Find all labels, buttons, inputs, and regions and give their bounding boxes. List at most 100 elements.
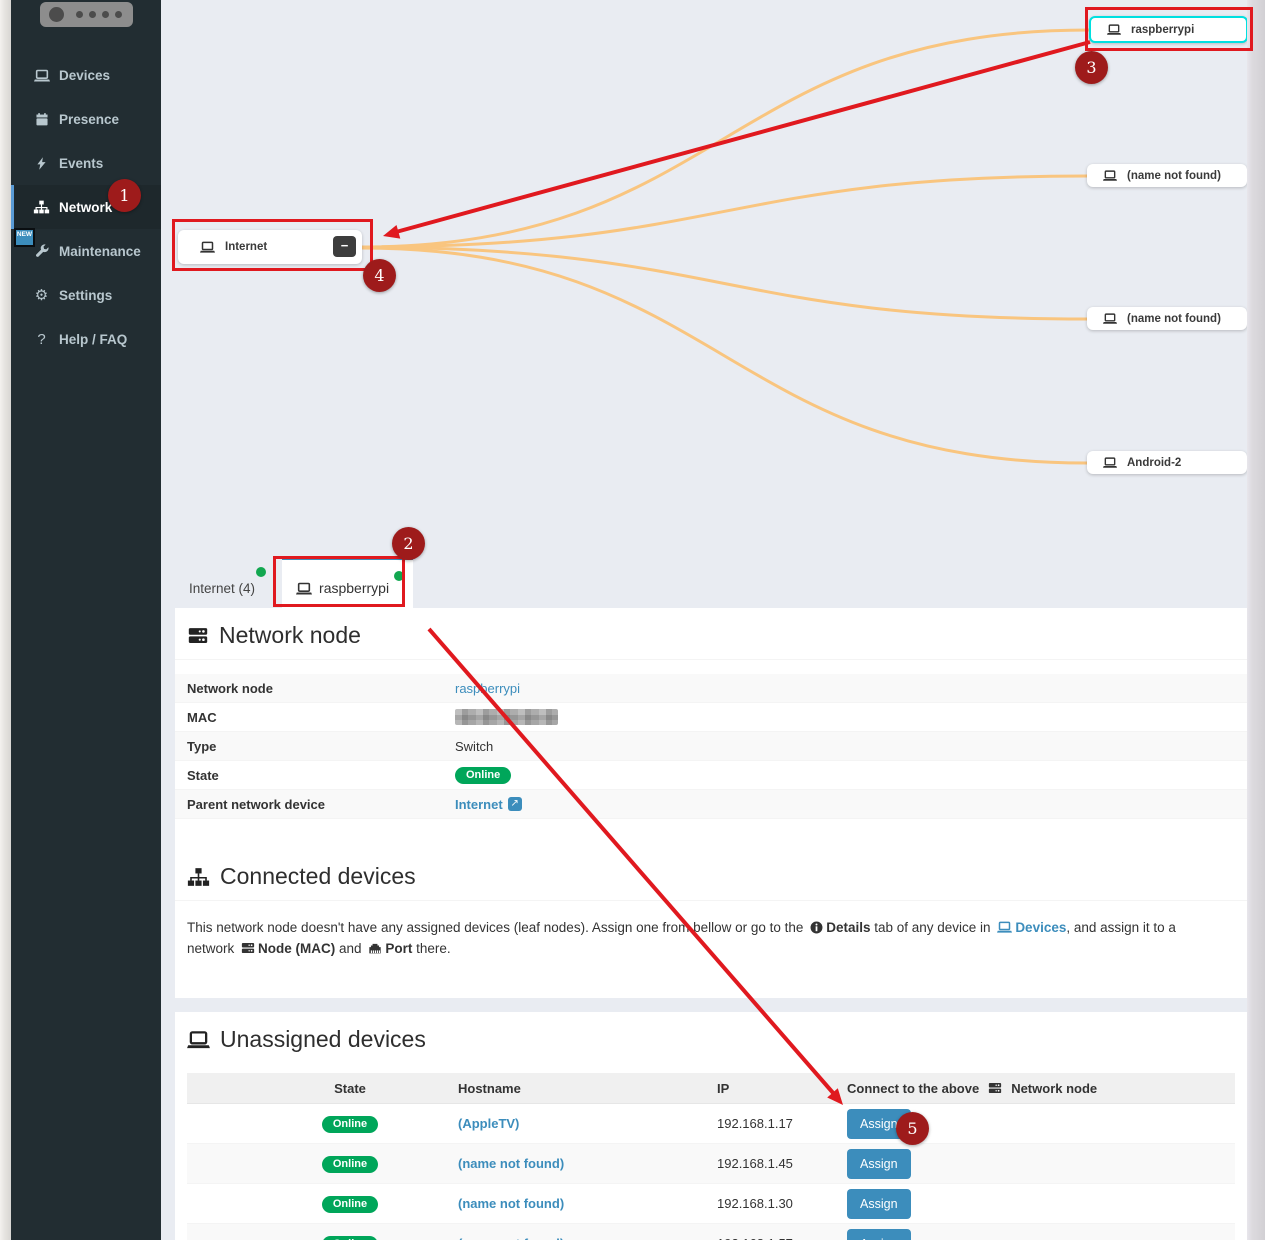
logo-dot	[49, 7, 64, 22]
assign-button[interactable]: Assign	[847, 1149, 911, 1179]
sidebar-item-events[interactable]: Events	[11, 141, 161, 185]
detail-row-type: Type Switch	[175, 732, 1247, 761]
node-details-table: Network node raspberrypi MAC Type Switch…	[175, 674, 1247, 819]
sidebar-item-label: Events	[59, 156, 103, 171]
info-icon	[810, 921, 823, 934]
connected-devices-header: Connected devices	[175, 849, 1247, 901]
unassigned-devices-panel: Unassigned devices State Hostname IP Con…	[175, 1012, 1247, 1240]
status-badge: Online	[322, 1196, 378, 1213]
server-icon	[988, 1081, 1002, 1095]
panel-title: Unassigned devices	[220, 1026, 426, 1053]
app-logo	[40, 2, 133, 27]
laptop-icon	[187, 1029, 210, 1050]
window-edge-right	[1247, 0, 1265, 1240]
table-header-row: State Hostname IP Connect to the above N…	[187, 1073, 1235, 1104]
devices-link[interactable]: Devices	[1015, 920, 1066, 935]
collapse-node-button[interactable]: −	[333, 236, 356, 257]
sidebar-item-label: Settings	[59, 288, 112, 303]
topology-node-raspberrypi[interactable]: raspberrypi	[1089, 16, 1248, 43]
topology-node-label: raspberrypi	[1131, 24, 1194, 36]
laptop-icon	[296, 581, 312, 596]
sidebar-item-label: Presence	[59, 112, 119, 127]
section-title: Connected devices	[220, 863, 416, 890]
detail-row-name: Network node raspberrypi	[175, 674, 1247, 703]
tab-internet[interactable]: Internet (4)	[175, 557, 269, 608]
detail-row-mac: MAC	[175, 703, 1247, 732]
table-row: Online (name not found) 192.168.1.30 Ass…	[187, 1184, 1235, 1224]
tab-label: Internet (4)	[189, 581, 255, 596]
assign-button[interactable]: Assign	[847, 1189, 911, 1219]
calendar-icon	[31, 112, 52, 127]
device-ip: 192.168.1.30	[705, 1196, 835, 1211]
sidebar-item-label: Devices	[59, 68, 110, 83]
node-tabs: Internet (4) raspberrypi	[175, 557, 1247, 608]
sidebar-item-settings[interactable]: ⚙ Settings	[11, 273, 161, 317]
status-badge: Online	[322, 1116, 378, 1133]
sidebar-item-help[interactable]: ? Help / FAQ	[11, 317, 161, 361]
sidebar: Devices Presence Events Network Maintena…	[11, 0, 161, 1240]
table-row: Online (name not found) 192.168.1.45 Ass…	[187, 1144, 1235, 1184]
sidebar-item-label: Network	[59, 200, 112, 215]
topology-node-unnamed-1[interactable]: (name not found)	[1087, 164, 1247, 187]
hostname-link[interactable]: (name not found)	[458, 1156, 564, 1171]
unassigned-devices-header: Unassigned devices	[175, 1012, 1247, 1063]
external-link-icon[interactable]: ↗	[508, 797, 522, 811]
redacted-mac-value	[455, 709, 558, 725]
annotation-step-3: 3	[1075, 51, 1108, 84]
device-ip: 192.168.1.45	[705, 1156, 835, 1171]
laptop-icon	[1107, 23, 1121, 36]
device-ip: 192.168.1.17	[705, 1116, 835, 1131]
parent-node-link[interactable]: Internet	[455, 797, 503, 812]
sidebar-nav: Devices Presence Events Network Maintena…	[11, 53, 161, 361]
sidebar-item-label: Help / FAQ	[59, 332, 127, 347]
detail-row-parent: Parent network device Internet ↗	[175, 790, 1247, 819]
hostname-link[interactable]: (name not found)	[458, 1196, 564, 1211]
sidebar-item-presence[interactable]: Presence	[11, 97, 161, 141]
laptop-icon	[1103, 169, 1117, 182]
detail-row-state: State Online	[175, 761, 1247, 790]
assign-button[interactable]: Assign	[847, 1109, 911, 1139]
hostname-link[interactable]: (AppleTV)	[458, 1116, 519, 1131]
logo-dots	[76, 11, 122, 18]
unassigned-devices-table: State Hostname IP Connect to the above N…	[187, 1073, 1235, 1240]
sidebar-item-network[interactable]: Network	[11, 185, 161, 229]
sidebar-item-label: Maintenance	[59, 244, 141, 259]
status-badge: Online	[455, 767, 511, 784]
node-name-link[interactable]: raspberrypi	[455, 681, 520, 696]
laptop-icon	[1103, 456, 1117, 469]
topology-node-label: (name not found)	[1127, 170, 1221, 182]
topology-node-label: (name not found)	[1127, 313, 1221, 325]
tab-raspberrypi[interactable]: raspberrypi	[282, 557, 413, 608]
online-dot-icon	[394, 571, 404, 581]
hostname-link[interactable]: (name not found)	[458, 1236, 564, 1240]
tab-label: raspberrypi	[319, 580, 389, 596]
table-row: Online (name not found) 192.168.1.57 Ass…	[187, 1224, 1235, 1240]
topology-node-internet[interactable]: Internet −	[178, 230, 362, 264]
topology-node-label: Android-2	[1127, 457, 1181, 469]
topology-node-android2[interactable]: Android-2	[1087, 451, 1247, 474]
topology-node-unnamed-2[interactable]: (name not found)	[1087, 307, 1247, 330]
sitemap-icon	[31, 200, 52, 214]
sitemap-icon	[187, 867, 210, 887]
server-icon	[187, 625, 209, 646]
status-badge: Online	[322, 1156, 378, 1173]
online-dot-icon	[256, 567, 266, 577]
assign-button[interactable]: Assign	[847, 1229, 911, 1240]
laptop-icon	[200, 240, 215, 254]
panel-title: Network node	[219, 622, 361, 649]
new-feature-badge: NEW	[14, 228, 35, 247]
app-window: Devices Presence Events Network Maintena…	[0, 0, 1265, 1240]
annotation-step-2: 2	[392, 527, 425, 560]
topology-node-label: Internet	[225, 241, 267, 253]
col-state: State	[187, 1081, 458, 1096]
question-icon: ?	[31, 332, 52, 347]
status-badge: Online	[322, 1236, 378, 1240]
col-ip: IP	[705, 1081, 835, 1096]
server-icon	[241, 941, 255, 955]
sidebar-item-devices[interactable]: Devices	[11, 53, 161, 97]
network-node-panel: Network node Network node raspberrypi MA…	[175, 608, 1247, 998]
table-row: Online (AppleTV) 192.168.1.17 Assign	[187, 1104, 1235, 1144]
annotation-step-4: 4	[363, 259, 396, 292]
bolt-icon	[31, 156, 52, 171]
gear-icon: ⚙	[31, 288, 52, 303]
